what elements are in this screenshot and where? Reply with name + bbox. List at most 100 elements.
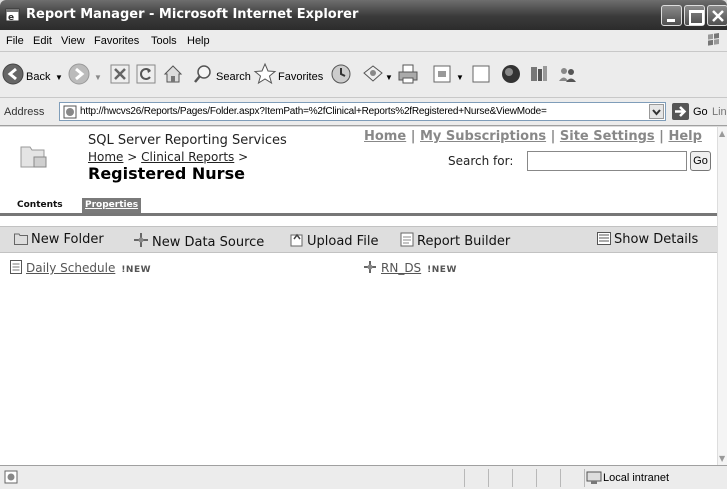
- show-details-label: Show Details: [614, 232, 699, 247]
- links-label[interactable]: Links: [712, 106, 727, 118]
- edit-icon[interactable]: [432, 64, 452, 84]
- list-item: Daily Schedule !NEW: [10, 260, 151, 275]
- address-url: http://hwcvs26/Reports/Pages/Folder.aspx…: [80, 106, 547, 117]
- breadcrumb-clinical-reports-link[interactable]: Clinical Reports: [141, 150, 234, 164]
- search-go-button[interactable]: Go: [690, 151, 711, 171]
- upload-file-label: Upload File: [307, 234, 379, 249]
- status-separator: [488, 469, 489, 487]
- back-dropdown[interactable]: ▼: [55, 73, 63, 82]
- app-name: SQL Server Reporting Services: [88, 133, 287, 148]
- link-separator: |: [550, 129, 556, 144]
- status-bar: Local intranet: [0, 465, 727, 489]
- menu-edit[interactable]: Edit: [33, 35, 52, 47]
- menu-help[interactable]: Help: [187, 35, 210, 47]
- help-link[interactable]: Help: [668, 129, 701, 144]
- menu-tools[interactable]: Tools: [151, 35, 177, 47]
- new-folder-label: New Folder: [31, 232, 104, 247]
- status-separator: [536, 469, 537, 487]
- edit-dropdown[interactable]: ▼: [456, 73, 464, 82]
- page-content: SQL Server Reporting Services Home > Cli…: [0, 127, 717, 465]
- status-separator: [560, 469, 561, 487]
- address-label: Address: [4, 106, 45, 118]
- go-button[interactable]: [672, 103, 689, 120]
- report-builder-icon: [400, 232, 414, 247]
- ie-logo-icon: e: [5, 8, 20, 23]
- show-details-button[interactable]: Show Details: [597, 232, 698, 247]
- window-title-bar: e Report Manager - Microsoft Internet Ex…: [0, 0, 727, 30]
- tab-contents[interactable]: Contents: [14, 198, 66, 214]
- maximize-button[interactable]: [684, 5, 705, 26]
- menu-view[interactable]: View: [61, 35, 85, 47]
- history-icon[interactable]: [330, 63, 352, 85]
- new-badge: !NEW: [427, 265, 457, 275]
- print-icon[interactable]: [397, 63, 419, 85]
- breadcrumb-separator: >: [238, 150, 249, 164]
- refresh-icon[interactable]: [136, 64, 156, 84]
- new-folder-button[interactable]: New Folder: [14, 232, 104, 247]
- security-zone-label: Local intranet: [603, 472, 670, 484]
- search-label: Search for:: [448, 154, 514, 168]
- forward-arrow-icon[interactable]: [68, 63, 90, 85]
- home-link[interactable]: Home: [364, 129, 406, 144]
- breadcrumb-home-link[interactable]: Home: [88, 150, 123, 164]
- vertical-scrollbar[interactable]: ▲ ▼: [717, 127, 727, 465]
- scroll-up-icon[interactable]: ▲: [719, 129, 725, 138]
- new-badge: !NEW: [121, 265, 152, 275]
- page-icon: [63, 105, 77, 119]
- discuss-icon[interactable]: [471, 64, 491, 84]
- minimize-button[interactable]: [661, 5, 682, 26]
- mail-dropdown[interactable]: ▼: [385, 73, 393, 82]
- back-button[interactable]: Back: [26, 71, 50, 83]
- upload-icon: [290, 233, 303, 247]
- my-subscriptions-link[interactable]: My Subscriptions: [420, 129, 546, 144]
- go-label[interactable]: Go: [693, 106, 708, 118]
- link-separator: |: [659, 129, 664, 144]
- search-input[interactable]: [527, 151, 687, 171]
- link-separator: |: [410, 129, 416, 144]
- stop-icon[interactable]: [110, 64, 130, 84]
- home-icon[interactable]: [162, 63, 184, 85]
- svg-text:e: e: [8, 13, 14, 23]
- arrow-right-icon: [675, 106, 687, 117]
- tab-underline: [0, 213, 717, 216]
- address-input[interactable]: http://hwcvs26/Reports/Pages/Folder.aspx…: [59, 102, 666, 121]
- local-intranet-icon: [586, 471, 602, 484]
- messenger-icon[interactable]: [500, 63, 522, 85]
- rn-ds-link[interactable]: RN_DS: [381, 261, 421, 275]
- breadcrumb-separator: >: [127, 150, 138, 164]
- breadcrumb: Home > Clinical Reports >: [88, 150, 248, 164]
- new-data-source-label: New Data Source: [152, 235, 265, 250]
- mail-icon[interactable]: [362, 63, 384, 85]
- tab-properties[interactable]: Properties: [82, 198, 142, 214]
- address-bar: Address http://hwcvs26/Reports/Pages/Fol…: [0, 98, 727, 126]
- favorites-button[interactable]: Favorites: [278, 71, 323, 83]
- search-button[interactable]: Search: [216, 71, 251, 83]
- site-settings-link[interactable]: Site Settings: [560, 129, 655, 144]
- page-title: Registered Nurse: [88, 164, 245, 183]
- back-arrow-icon[interactable]: [2, 63, 24, 85]
- action-toolbar: New Folder New Data Source Upload File R…: [0, 226, 717, 253]
- tab-strip: Contents Properties: [0, 194, 717, 214]
- list-item: RN_DS !NEW: [363, 260, 457, 275]
- menu-file[interactable]: File: [6, 35, 24, 47]
- users-icon[interactable]: [556, 63, 578, 85]
- research-icon[interactable]: [528, 63, 550, 85]
- data-source-icon: [134, 233, 148, 247]
- status-separator: [464, 469, 465, 487]
- favorites-star-icon[interactable]: [253, 62, 277, 86]
- scroll-down-icon[interactable]: ▼: [719, 454, 725, 463]
- close-window-button[interactable]: [707, 5, 727, 26]
- folder-icon: [20, 146, 47, 168]
- windows-logo-icon: [708, 33, 719, 46]
- daily-schedule-link[interactable]: Daily Schedule: [26, 261, 115, 275]
- search-icon[interactable]: [192, 63, 214, 85]
- folder-icon: [14, 233, 28, 245]
- upload-file-button[interactable]: Upload File: [290, 232, 378, 249]
- menu-favorites[interactable]: Favorites: [94, 35, 139, 47]
- address-dropdown-button[interactable]: [649, 104, 664, 119]
- status-separator: [584, 469, 585, 487]
- forward-dropdown[interactable]: ▼: [94, 73, 102, 82]
- report-builder-button[interactable]: Report Builder: [400, 232, 510, 249]
- new-data-source-button[interactable]: New Data Source: [133, 232, 264, 250]
- page-status-icon: [4, 470, 18, 484]
